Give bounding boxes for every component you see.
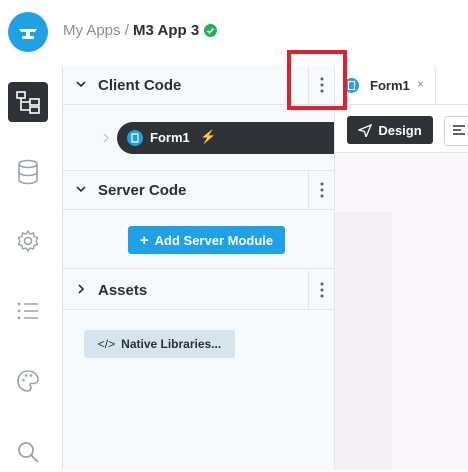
breadcrumb-app-name: M3 App 3 <box>133 22 200 39</box>
search-button[interactable] <box>8 432 48 472</box>
list-icon <box>17 302 38 320</box>
palette-icon <box>17 370 39 392</box>
design-button[interactable]: Design <box>347 116 433 144</box>
code-icon: </> <box>97 337 116 351</box>
app-tree-icon <box>16 91 40 114</box>
chevron-right-icon[interactable] <box>102 132 110 144</box>
form-editor: Form1 × Design <box>335 66 468 470</box>
vertical-dots-icon <box>320 282 323 298</box>
saved-check-icon <box>204 24 217 37</box>
vertical-dots-icon <box>320 182 323 198</box>
canvas-column <box>335 212 392 470</box>
design-canvas[interactable] <box>335 153 468 470</box>
split-view-button[interactable] <box>444 116 468 146</box>
editor-tab-strip: Form1 × <box>335 66 468 105</box>
theme-button[interactable] <box>8 361 48 401</box>
form1-label: Form1 <box>150 130 190 145</box>
form1-item[interactable]: Form1 ⚡ <box>117 122 334 154</box>
highlight-box <box>287 50 347 110</box>
assets-header[interactable]: Assets <box>63 271 334 310</box>
server-code-menu-button[interactable] <box>308 171 334 209</box>
anvil-logo[interactable] <box>8 12 48 52</box>
tab-form1-label: Form1 <box>370 78 410 93</box>
breadcrumb: My Apps / M3 App 3 <box>63 22 199 39</box>
divider <box>63 268 334 269</box>
startup-bolt-icon: ⚡ <box>200 129 217 144</box>
form-icon <box>127 130 143 146</box>
native-libraries-label: Native Libraries... <box>121 337 222 351</box>
native-libraries-button[interactable]: </> Native Libraries... <box>84 330 235 358</box>
chevron-down-icon <box>76 81 86 88</box>
version-history-button[interactable] <box>8 291 48 331</box>
search-icon <box>18 442 39 463</box>
server-code-title: Server Code <box>98 182 187 199</box>
data-tables-button[interactable] <box>8 152 48 192</box>
breadcrumb-separator: / <box>120 22 134 39</box>
design-label: Design <box>378 122 422 138</box>
chevron-right-icon <box>78 284 85 294</box>
add-server-module-button[interactable]: + Add Server Module <box>128 226 285 254</box>
database-icon <box>18 159 38 185</box>
editor-toolbar: Design <box>335 104 468 153</box>
settings-button[interactable] <box>8 221 48 261</box>
settings-icon <box>17 229 39 253</box>
top-bar: My Apps / M3 App 3 <box>0 0 468 66</box>
app-tree-button[interactable] <box>8 82 48 122</box>
app-browser-panel: Client Code Form1 ⚡ Server Code + Add Se… <box>63 66 335 470</box>
chevron-down-icon <box>76 186 86 193</box>
breadcrumb-my-apps[interactable]: My Apps <box>63 22 121 39</box>
sidebar-rail <box>0 66 63 470</box>
assets-title: Assets <box>98 282 148 299</box>
plus-icon: + <box>139 231 149 249</box>
add-server-module-label: Add Server Module <box>154 232 274 248</box>
send-icon <box>358 123 373 137</box>
lines-icon <box>453 125 465 135</box>
assets-menu-button[interactable] <box>308 271 334 309</box>
close-icon[interactable]: × <box>417 77 424 91</box>
client-code-title: Client Code <box>98 77 182 94</box>
tab-form1[interactable]: Form1 × <box>335 66 436 104</box>
server-code-header[interactable]: Server Code <box>63 171 334 210</box>
